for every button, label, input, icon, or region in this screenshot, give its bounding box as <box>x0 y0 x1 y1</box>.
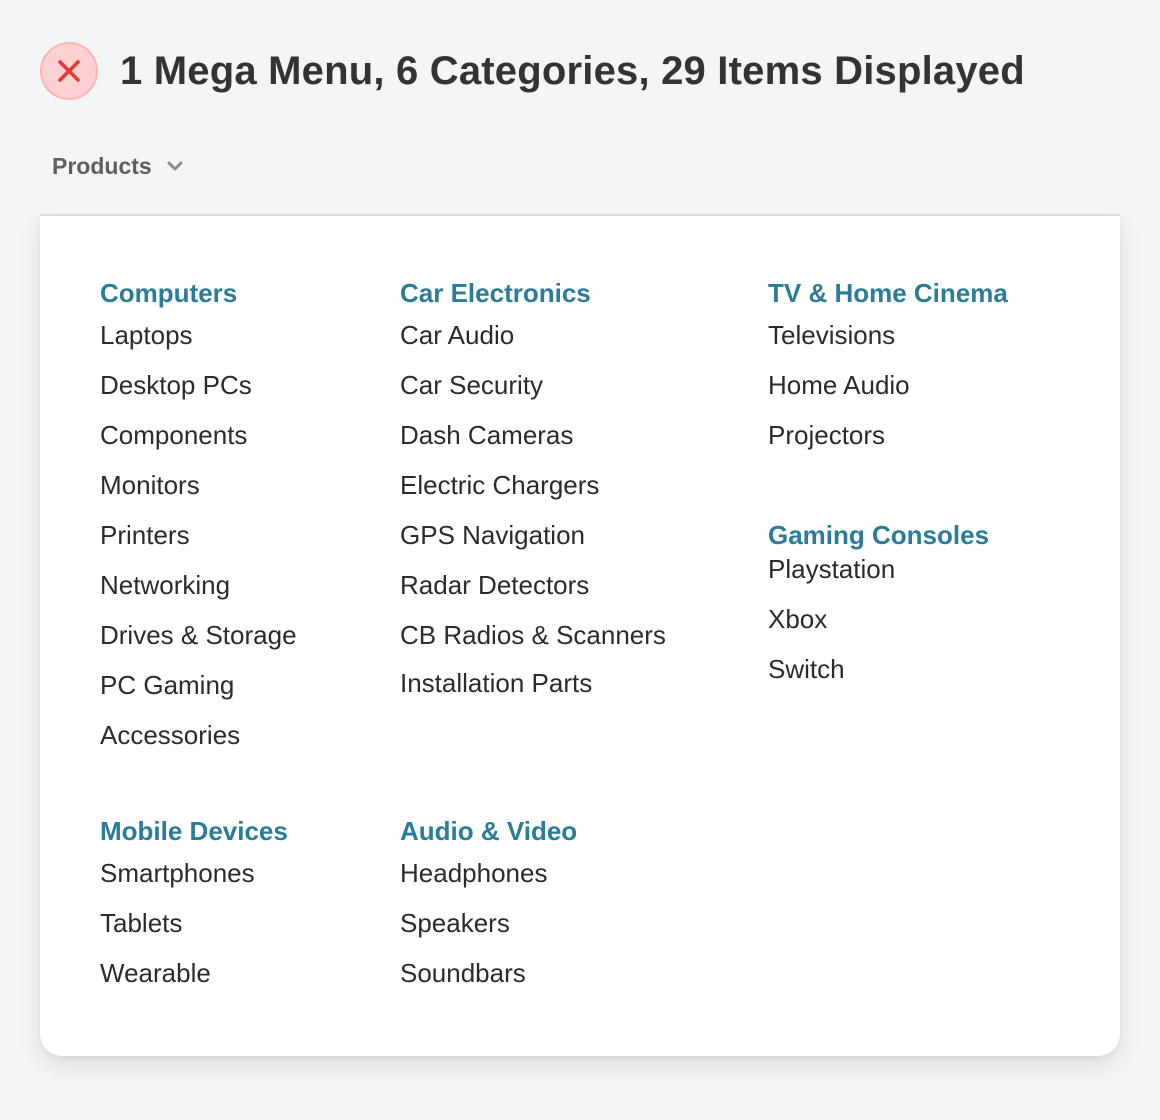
menu-item-xbox[interactable]: Xbox <box>768 594 989 644</box>
menu-item-wearable[interactable]: Wearable <box>100 948 288 998</box>
category-tv-home-cinema: TV & Home Cinema Televisions Home Audio … <box>768 277 1008 460</box>
menu-item-projectors[interactable]: Projectors <box>768 410 1008 460</box>
menu-item-smartphones[interactable]: Smartphones <box>100 848 288 898</box>
menu-item-accessories[interactable]: Accessories <box>100 710 297 760</box>
page-title: 1 Mega Menu, 6 Categories, 29 Items Disp… <box>120 48 1025 93</box>
chevron-down-icon <box>166 160 184 172</box>
category-computers: Computers Laptops Desktop PCs Components… <box>100 277 297 760</box>
category-car-electronics: Car Electronics Car Audio Car Security D… <box>400 277 666 706</box>
menu-item-dash-cameras[interactable]: Dash Cameras <box>400 410 666 460</box>
menu-item-gps-navigation[interactable]: GPS Navigation <box>400 510 666 560</box>
category-item-list: Televisions Home Audio Projectors <box>768 310 1008 460</box>
menu-item-car-security[interactable]: Car Security <box>400 360 666 410</box>
menu-item-tablets[interactable]: Tablets <box>100 898 288 948</box>
menu-item-televisions[interactable]: Televisions <box>768 310 1008 360</box>
menu-item-home-audio[interactable]: Home Audio <box>768 360 1008 410</box>
category-title[interactable]: Car Electronics <box>400 277 666 309</box>
category-audio-video: Audio & Video Headphones Speakers Soundb… <box>400 815 577 998</box>
menu-item-pc-gaming[interactable]: PC Gaming <box>100 660 297 710</box>
category-title[interactable]: TV & Home Cinema <box>768 277 1008 309</box>
menu-item-laptops[interactable]: Laptops <box>100 310 297 360</box>
products-menu-trigger[interactable]: Products <box>52 150 184 182</box>
menu-item-radar-detectors[interactable]: Radar Detectors <box>400 560 666 610</box>
menu-item-playstation[interactable]: Playstation <box>768 544 989 594</box>
menu-item-car-audio[interactable]: Car Audio <box>400 310 666 360</box>
menu-item-installation-parts[interactable]: Installation Parts <box>400 660 666 706</box>
category-mobile-devices: Mobile Devices Smartphones Tablets Weara… <box>100 815 288 998</box>
category-item-list: Laptops Desktop PCs Components Monitors … <box>100 310 297 760</box>
category-title[interactable]: Mobile Devices <box>100 815 288 847</box>
page-header: 1 Mega Menu, 6 Categories, 29 Items Disp… <box>40 42 1025 100</box>
mega-menu-panel: Computers Laptops Desktop PCs Components… <box>40 216 1120 1056</box>
menu-item-networking[interactable]: Networking <box>100 560 297 610</box>
menu-item-electric-chargers[interactable]: Electric Chargers <box>400 460 666 510</box>
category-item-list: Car Audio Car Security Dash Cameras Elec… <box>400 310 666 706</box>
category-title[interactable]: Computers <box>100 277 297 309</box>
menu-item-speakers[interactable]: Speakers <box>400 898 577 948</box>
products-menu-label: Products <box>52 152 152 179</box>
category-title[interactable]: Audio & Video <box>400 815 577 847</box>
category-gaming-consoles: Gaming Consoles Playstation Xbox Switch <box>768 519 989 694</box>
category-item-list: Smartphones Tablets Wearable <box>100 848 288 998</box>
menu-item-headphones[interactable]: Headphones <box>400 848 577 898</box>
category-item-list: Headphones Speakers Soundbars <box>400 848 577 998</box>
category-item-list: Playstation Xbox Switch <box>768 544 989 694</box>
menu-item-desktop-pcs[interactable]: Desktop PCs <box>100 360 297 410</box>
menu-item-monitors[interactable]: Monitors <box>100 460 297 510</box>
close-x-icon <box>40 42 98 100</box>
menu-item-printers[interactable]: Printers <box>100 510 297 560</box>
menu-item-drives-storage[interactable]: Drives & Storage <box>100 610 297 660</box>
menu-item-switch[interactable]: Switch <box>768 644 989 694</box>
menu-item-soundbars[interactable]: Soundbars <box>400 948 577 998</box>
menu-item-cb-radios-scanners[interactable]: CB Radios & Scanners <box>400 610 666 660</box>
menu-item-components[interactable]: Components <box>100 410 297 460</box>
